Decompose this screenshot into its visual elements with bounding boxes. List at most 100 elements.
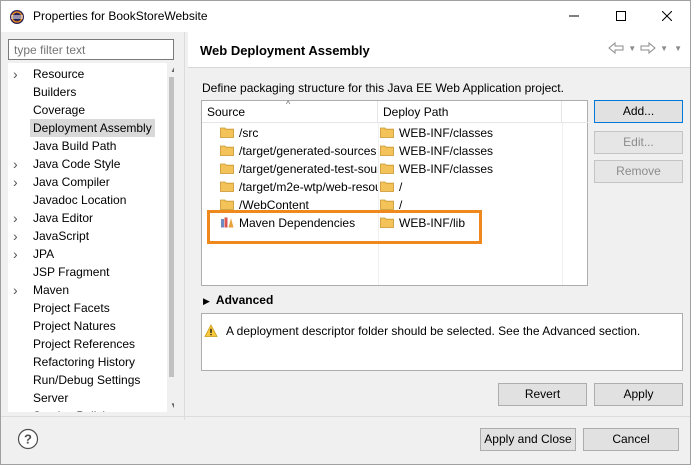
close-button[interactable] xyxy=(644,1,690,31)
source-path: /target/generated-sources xyxy=(239,144,377,158)
warning-icon xyxy=(204,324,218,337)
deploy-path: WEB-INF/classes xyxy=(399,162,494,176)
apply-button[interactable]: Apply xyxy=(594,383,683,406)
tree-item[interactable]: Run/Debug Settings xyxy=(8,371,160,389)
tree-item[interactable]: › JPA xyxy=(8,245,160,263)
folder-icon xyxy=(380,161,394,178)
tree-item-label: Project Facets xyxy=(33,301,110,315)
tree-item[interactable]: Builders xyxy=(8,83,160,101)
table-row[interactable]: /src WEB-INF/classes xyxy=(202,124,587,142)
assembly-table: ^ Source Deploy Path /src WEB-INF/classes… xyxy=(201,99,588,286)
remove-button[interactable]: Remove xyxy=(594,160,683,183)
tree-item-label: Builders xyxy=(33,85,77,99)
tree-item[interactable]: Project Natures xyxy=(8,317,160,335)
tree-item[interactable]: Service Policies xyxy=(8,407,160,412)
tree-item[interactable]: Coverage xyxy=(8,101,160,119)
tree-item-label: Java Editor xyxy=(33,211,94,225)
apply-and-close-button[interactable]: Apply and Close xyxy=(480,428,576,451)
scroll-up-icon[interactable]: ▲ xyxy=(169,65,174,74)
tree-item[interactable]: Server xyxy=(8,389,160,407)
folder-icon xyxy=(220,179,234,196)
column-header-deploy-path[interactable]: Deploy Path xyxy=(378,101,562,123)
expand-chevron-icon[interactable]: › xyxy=(13,209,23,227)
tree-item-label: Project Natures xyxy=(33,319,116,333)
tree-item-label: Maven xyxy=(33,283,70,297)
message-area: A deployment descriptor folder should be… xyxy=(201,313,683,371)
property-page-tree: › Resource Builders Coverage Deployment Asse… xyxy=(8,63,174,412)
scroll-down-icon[interactable]: ▼ xyxy=(169,401,174,410)
edit-button[interactable]: Edit... xyxy=(594,131,683,154)
tree-item[interactable]: › Maven xyxy=(8,281,160,299)
tree-item[interactable]: Javadoc Location xyxy=(8,191,160,209)
page-nav: ▼ ▼ ▼ xyxy=(608,42,682,54)
back-menu-chevron-icon[interactable]: ▼ xyxy=(628,44,636,53)
tree-item-label: JavaScript xyxy=(33,229,90,243)
help-icon[interactable]: ? xyxy=(17,428,39,450)
pane-splitter[interactable] xyxy=(184,32,185,420)
column-header-filler xyxy=(562,101,588,123)
tree-item-label: Resource xyxy=(33,67,85,81)
source-cell: /target/generated-test-sources xyxy=(220,160,378,178)
revert-button[interactable]: Revert xyxy=(498,383,587,406)
window-title: Properties for BookStoreWebsite xyxy=(33,9,208,23)
tree-item-label: Deployment Assembly xyxy=(30,119,155,137)
deploy-path-cell: WEB-INF/classes xyxy=(380,124,560,142)
tree-item-label: Java Build Path xyxy=(33,139,117,153)
tree-item[interactable]: Deployment Assembly xyxy=(8,119,160,137)
page-description: Define packaging structure for this Java… xyxy=(202,81,564,95)
sort-caret-icon: ^ xyxy=(286,99,291,109)
tree-item[interactable]: Project Facets xyxy=(8,299,160,317)
deploy-path-cell: WEB-INF/classes xyxy=(380,160,560,178)
back-arrow-icon[interactable] xyxy=(608,42,624,54)
view-menu-icon[interactable]: ▼ xyxy=(674,44,682,53)
tree-item-label: JSP Fragment xyxy=(33,265,110,279)
forward-menu-chevron-icon[interactable]: ▼ xyxy=(660,44,668,53)
tree-item[interactable]: JSP Fragment xyxy=(8,263,160,281)
table-row[interactable]: /target/generated-sources WEB-INF/classes xyxy=(202,142,587,160)
minimize-button[interactable] xyxy=(551,1,597,31)
title-bar: Properties for BookStoreWebsite xyxy=(1,1,690,32)
folder-icon xyxy=(380,143,394,160)
table-row[interactable]: /target/m2e-wtp/web-resources / xyxy=(202,178,587,196)
expand-chevron-icon[interactable]: › xyxy=(13,155,23,173)
tree-item[interactable]: › Java Compiler xyxy=(8,173,160,191)
folder-icon xyxy=(380,125,394,142)
expand-chevron-icon[interactable]: › xyxy=(13,65,23,83)
forward-arrow-icon[interactable] xyxy=(640,42,656,54)
tree-item[interactable]: › JavaScript xyxy=(8,227,160,245)
tree-item[interactable]: › Java Code Style xyxy=(8,155,160,173)
tree-item-label: Run/Debug Settings xyxy=(33,373,141,387)
tree-item[interactable]: › Resource xyxy=(8,65,160,83)
source-cell: /target/generated-sources xyxy=(220,142,378,160)
filter-input[interactable] xyxy=(8,39,174,60)
column-header-source[interactable]: ^ Source xyxy=(202,99,378,123)
page-header: Web Deployment Assembly ▼ ▼ ▼ xyxy=(188,32,690,68)
tree-item[interactable]: Refactoring History xyxy=(8,353,160,371)
folder-icon xyxy=(220,125,234,142)
tree-item[interactable]: Java Build Path xyxy=(8,137,160,155)
cancel-button[interactable]: Cancel xyxy=(583,428,679,451)
scrollbar-thumb[interactable] xyxy=(169,77,174,377)
tree-item-label: Project References xyxy=(33,337,136,351)
table-row[interactable]: /target/generated-test-sources WEB-INF/cl… xyxy=(202,160,587,178)
advanced-section-toggle[interactable]: ▶ Advanced xyxy=(203,293,273,307)
expand-chevron-icon[interactable]: › xyxy=(13,245,23,263)
deploy-path: WEB-INF/classes xyxy=(399,126,494,140)
tree-item[interactable]: › Java Editor xyxy=(8,209,160,227)
source-cell: /src xyxy=(220,124,378,142)
source-path: /target/m2e-wtp/web-resources xyxy=(239,180,378,194)
folder-icon xyxy=(220,161,234,178)
tree-scrollbar[interactable]: ▲ ▼ xyxy=(167,63,174,412)
expand-chevron-icon[interactable]: › xyxy=(13,173,23,191)
add-button[interactable]: Add... xyxy=(594,100,683,123)
message-text: A deployment descriptor folder should be… xyxy=(226,324,641,338)
tree-item[interactable]: Project References xyxy=(8,335,160,353)
deploy-path-cell: / xyxy=(380,178,560,196)
expand-chevron-icon[interactable]: › xyxy=(13,227,23,245)
deploy-path: WEB-INF/classes xyxy=(399,144,494,158)
svg-text:?: ? xyxy=(24,432,32,447)
expand-triangle-icon: ▶ xyxy=(203,296,210,306)
maximize-button[interactable] xyxy=(598,1,644,31)
properties-dialog: Properties for BookStoreWebsite › Resourc… xyxy=(0,0,691,465)
expand-chevron-icon[interactable]: › xyxy=(13,281,23,299)
